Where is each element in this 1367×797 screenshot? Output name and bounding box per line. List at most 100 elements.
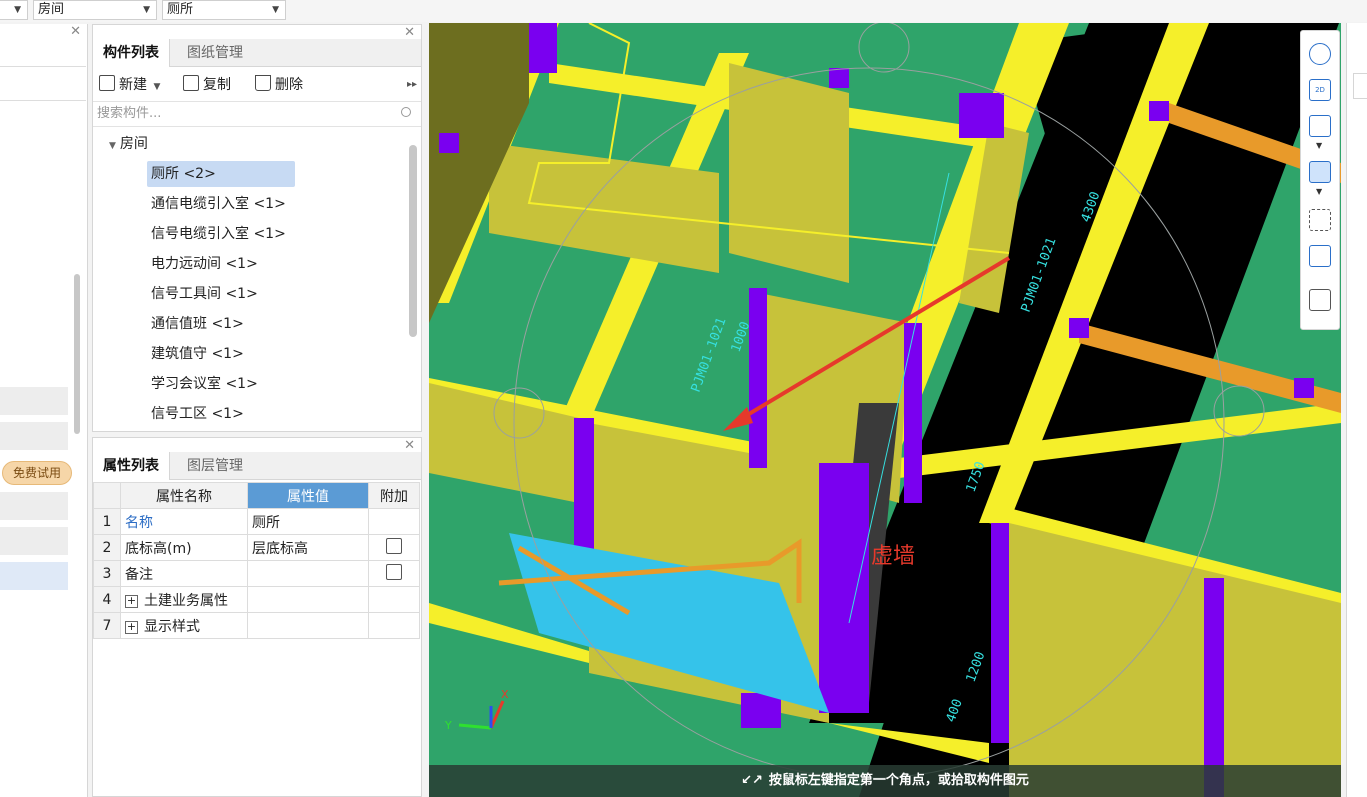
wall [729, 63, 849, 283]
search-icon [401, 107, 411, 117]
copy-button[interactable]: 复制 [183, 71, 231, 99]
trash-icon [255, 75, 271, 91]
extra-cell [368, 534, 420, 561]
virtual-wall-label: 虚墙 [871, 544, 915, 569]
tree-item[interactable]: 通信值班 <1> [147, 311, 248, 337]
extra-checkbox[interactable] [386, 537, 402, 554]
property-value[interactable]: 厕所 [247, 508, 369, 535]
sub-dropdown-value: 厕所 [167, 2, 194, 17]
row-number: 3 [93, 560, 121, 587]
panel-tab[interactable] [1353, 73, 1367, 99]
table-row[interactable]: 2 底标高(m) 层底标高 [93, 534, 420, 561]
expand-icon[interactable]: + [125, 594, 138, 608]
tab-layer-management[interactable]: 图层管理 [177, 452, 253, 480]
scrollbar[interactable] [74, 274, 80, 434]
navigation-panel: ✕ [0, 24, 88, 797]
tab-component-list[interactable]: 构件列表 [93, 39, 170, 67]
property-value[interactable]: 层底标高 [247, 534, 369, 561]
right-panel [1346, 23, 1367, 797]
chevron-down-icon: ▼ [143, 5, 150, 15]
nav-item[interactable] [0, 492, 68, 520]
property-name: 名称 [120, 508, 248, 535]
cube-view-icon[interactable] [1309, 115, 1331, 137]
filter-bar: ▼ 房间 ▼ 厕所 ▼ [0, 0, 1367, 22]
table-row[interactable]: 7 + 显示样式 [93, 612, 420, 639]
tab-property-list[interactable]: 属性列表 [93, 452, 170, 480]
tree-item[interactable]: 信号电缆引入室 <1> [147, 221, 290, 247]
3d-viewport[interactable]: 4300 PJM01-1021 PJM01-1021 1000 1750 120… [429, 23, 1341, 797]
type-dropdown-value: 房间 [38, 2, 65, 17]
column [904, 323, 922, 503]
property-table: 属性名称 属性值 附加 1 名称 厕所 2 底标高(m) 层底标高 3 备注 4… [93, 482, 420, 639]
column [829, 68, 849, 88]
tree-item[interactable]: 厕所 <2> [147, 161, 295, 187]
close-icon[interactable]: ✕ [70, 24, 81, 39]
free-trial-badge[interactable]: 免费试用 [2, 461, 72, 485]
row-number: 2 [93, 534, 121, 561]
column [1294, 378, 1314, 398]
view-2d-button[interactable]: 2D [1309, 79, 1331, 101]
solid-cube-icon[interactable] [1309, 161, 1331, 183]
property-value[interactable] [247, 560, 369, 587]
copy-icon [183, 75, 199, 91]
column [741, 693, 781, 728]
chevron-down-icon: ▼ [109, 141, 116, 151]
scene-drawing[interactable]: 4300 PJM01-1021 PJM01-1021 1000 1750 120… [429, 23, 1341, 797]
wall [429, 383, 579, 503]
table-row[interactable]: 1 名称 厕所 [93, 508, 420, 535]
isometric-view-icon[interactable] [1309, 245, 1331, 267]
extra-cell [368, 560, 420, 587]
prev-dropdown[interactable]: ▼ [0, 0, 28, 20]
nav-item-selected[interactable] [0, 562, 68, 590]
copy-label: 复制 [203, 77, 231, 93]
tree-item[interactable]: 通信电缆引入室 <1> [147, 191, 290, 217]
tab-drawing-management[interactable]: 图纸管理 [177, 39, 253, 67]
expand-icon[interactable]: + [125, 620, 138, 634]
chevron-down-icon[interactable]: ▼ [1316, 141, 1322, 150]
delete-button[interactable]: 删除 [255, 71, 303, 99]
row-number-header [93, 482, 121, 509]
close-icon[interactable]: ✕ [404, 438, 415, 453]
nav-item[interactable] [0, 387, 68, 415]
new-label: 新建 [119, 77, 147, 93]
close-icon[interactable]: ✕ [404, 25, 415, 40]
orbit-icon[interactable] [1309, 43, 1331, 65]
type-dropdown[interactable]: 房间 ▼ [33, 0, 157, 20]
property-name: 备注 [120, 560, 248, 587]
tree-item[interactable]: 学习会议室 <1> [147, 371, 262, 397]
row-number: 1 [93, 508, 121, 535]
column-header: 属性名称 [120, 482, 248, 509]
search-placeholder: 搜索构件... [97, 106, 162, 121]
scrollbar[interactable] [409, 145, 417, 337]
display-settings-icon[interactable] [1309, 289, 1331, 311]
column [991, 523, 1009, 743]
extra-checkbox[interactable] [386, 563, 402, 580]
column [1149, 101, 1169, 121]
tree-item[interactable]: 建筑值守 <1> [147, 341, 248, 367]
extra-cell [368, 612, 420, 639]
orbit-handle[interactable] [858, 23, 910, 73]
nav-item[interactable] [0, 422, 68, 450]
chevron-down-icon: ▼ [272, 5, 279, 15]
nav-item[interactable] [0, 527, 68, 555]
property-name: 土建业务属性 [144, 592, 228, 609]
tree-item[interactable]: 信号工具间 <1> [147, 281, 262, 307]
sub-dropdown[interactable]: 厕所 ▼ [162, 0, 286, 20]
fullscreen-icon[interactable] [1309, 209, 1331, 231]
column-header[interactable]: 属性值 [247, 482, 369, 509]
property-name-group: + 显示样式 [120, 612, 248, 639]
status-bar: ↙↗ 按鼠标左键指定第一个角点，或拾取构件图元 [429, 765, 1341, 797]
table-row[interactable]: 3 备注 [93, 560, 420, 587]
new-button[interactable]: 新建 ▼ [99, 71, 160, 99]
column [1069, 318, 1089, 338]
chevron-down-icon[interactable]: ▼ [1316, 187, 1322, 196]
component-tabs: 构件列表 图纸管理 [93, 39, 421, 67]
more-icon[interactable]: ▸▸ [407, 71, 417, 99]
column-header: 附加 [368, 482, 420, 509]
tree-item[interactable]: 电力远动间 <1> [147, 251, 262, 277]
dimension-label: PJM01-1021 [689, 316, 730, 395]
tree-item[interactable]: 信号工区 <1> [147, 401, 248, 427]
table-row[interactable]: 4 + 土建业务属性 [93, 586, 420, 613]
tree-node-room[interactable]: ▼ 房间 [109, 131, 148, 157]
search-input[interactable]: 搜索构件... [93, 101, 421, 127]
